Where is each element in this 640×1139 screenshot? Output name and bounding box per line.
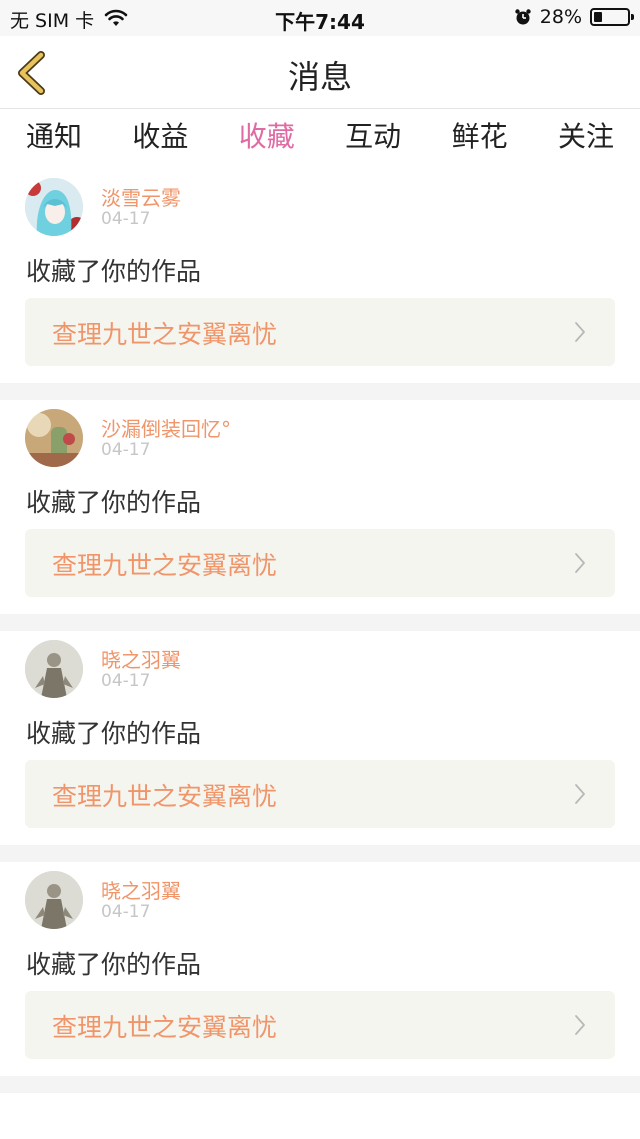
post-date: 04-17 [101, 902, 151, 922]
tab-notifications[interactable]: 通知 [26, 109, 82, 169]
avatar[interactable] [25, 409, 83, 467]
action-text: 收藏了你的作品 [26, 950, 202, 979]
work-link[interactable]: 查理九世之安翼离忧 [25, 760, 615, 828]
user-name[interactable]: 晓之羽翼 [101, 644, 181, 673]
tab-favorites[interactable]: 收藏 [239, 109, 295, 169]
avatar[interactable] [25, 640, 83, 698]
tab-follows[interactable]: 关注 [558, 109, 614, 169]
work-link[interactable]: 查理九世之安翼离忧 [25, 991, 615, 1059]
divider [0, 614, 640, 631]
work-link[interactable]: 查理九世之安翼离忧 [25, 298, 615, 366]
chevron-right-icon [575, 322, 585, 342]
tab-flowers[interactable]: 鲜花 [452, 109, 508, 169]
nav-bar: 消息 [0, 36, 640, 109]
user-name[interactable]: 淡雪云雾 [101, 182, 181, 211]
tab-earnings[interactable]: 收益 [132, 109, 188, 169]
status-bar: 无 SIM 卡 下午7:44 28% [0, 0, 640, 36]
chevron-right-icon [575, 1015, 585, 1035]
chevron-right-icon [575, 784, 585, 804]
list-item: 晓之羽翼 04-17 收藏了你的作品 查理九世之安翼离忧 [0, 631, 640, 845]
list-item: 晓之羽翼 04-17 收藏了你的作品 查理九世之安翼离忧 [0, 862, 640, 1076]
avatar[interactable] [25, 178, 83, 236]
work-link[interactable]: 查理九世之安翼离忧 [25, 529, 615, 597]
divider [0, 845, 640, 862]
action-text: 收藏了你的作品 [26, 488, 202, 517]
chevron-right-icon [575, 553, 585, 573]
work-title: 查理九世之安翼离忧 [52, 551, 278, 580]
battery-percent: 28% [539, 6, 582, 28]
post-date: 04-17 [101, 671, 151, 691]
list-item: 淡雪云雾 04-17 收藏了你的作品 查理九世之安翼离忧 [0, 169, 640, 383]
post-date: 04-17 [101, 440, 151, 460]
work-title: 查理九世之安翼离忧 [52, 320, 278, 349]
avatar[interactable] [25, 871, 83, 929]
work-title: 查理九世之安翼离忧 [52, 782, 278, 811]
divider [0, 383, 640, 400]
action-text: 收藏了你的作品 [26, 257, 202, 286]
user-name[interactable]: 沙漏倒装回忆° [101, 413, 231, 442]
message-feed: 淡雪云雾 04-17 收藏了你的作品 查理九世之安翼离忧 沙漏倒装回忆° 04-… [0, 169, 640, 1093]
page-title: 消息 [287, 58, 352, 96]
post-date: 04-17 [101, 209, 151, 229]
tab-bar: 通知 收益 收藏 互动 鲜花 关注 [0, 109, 640, 169]
alarm-icon [515, 9, 531, 25]
tab-interactions[interactable]: 互动 [345, 109, 401, 169]
status-right: 28% [514, 6, 634, 28]
battery-icon [590, 8, 634, 26]
work-title: 查理九世之安翼离忧 [52, 1013, 278, 1042]
list-item: 沙漏倒装回忆° 04-17 收藏了你的作品 查理九世之安翼离忧 [0, 400, 640, 614]
divider [0, 1076, 640, 1093]
user-name[interactable]: 晓之羽翼 [101, 875, 181, 904]
action-text: 收藏了你的作品 [26, 719, 202, 748]
